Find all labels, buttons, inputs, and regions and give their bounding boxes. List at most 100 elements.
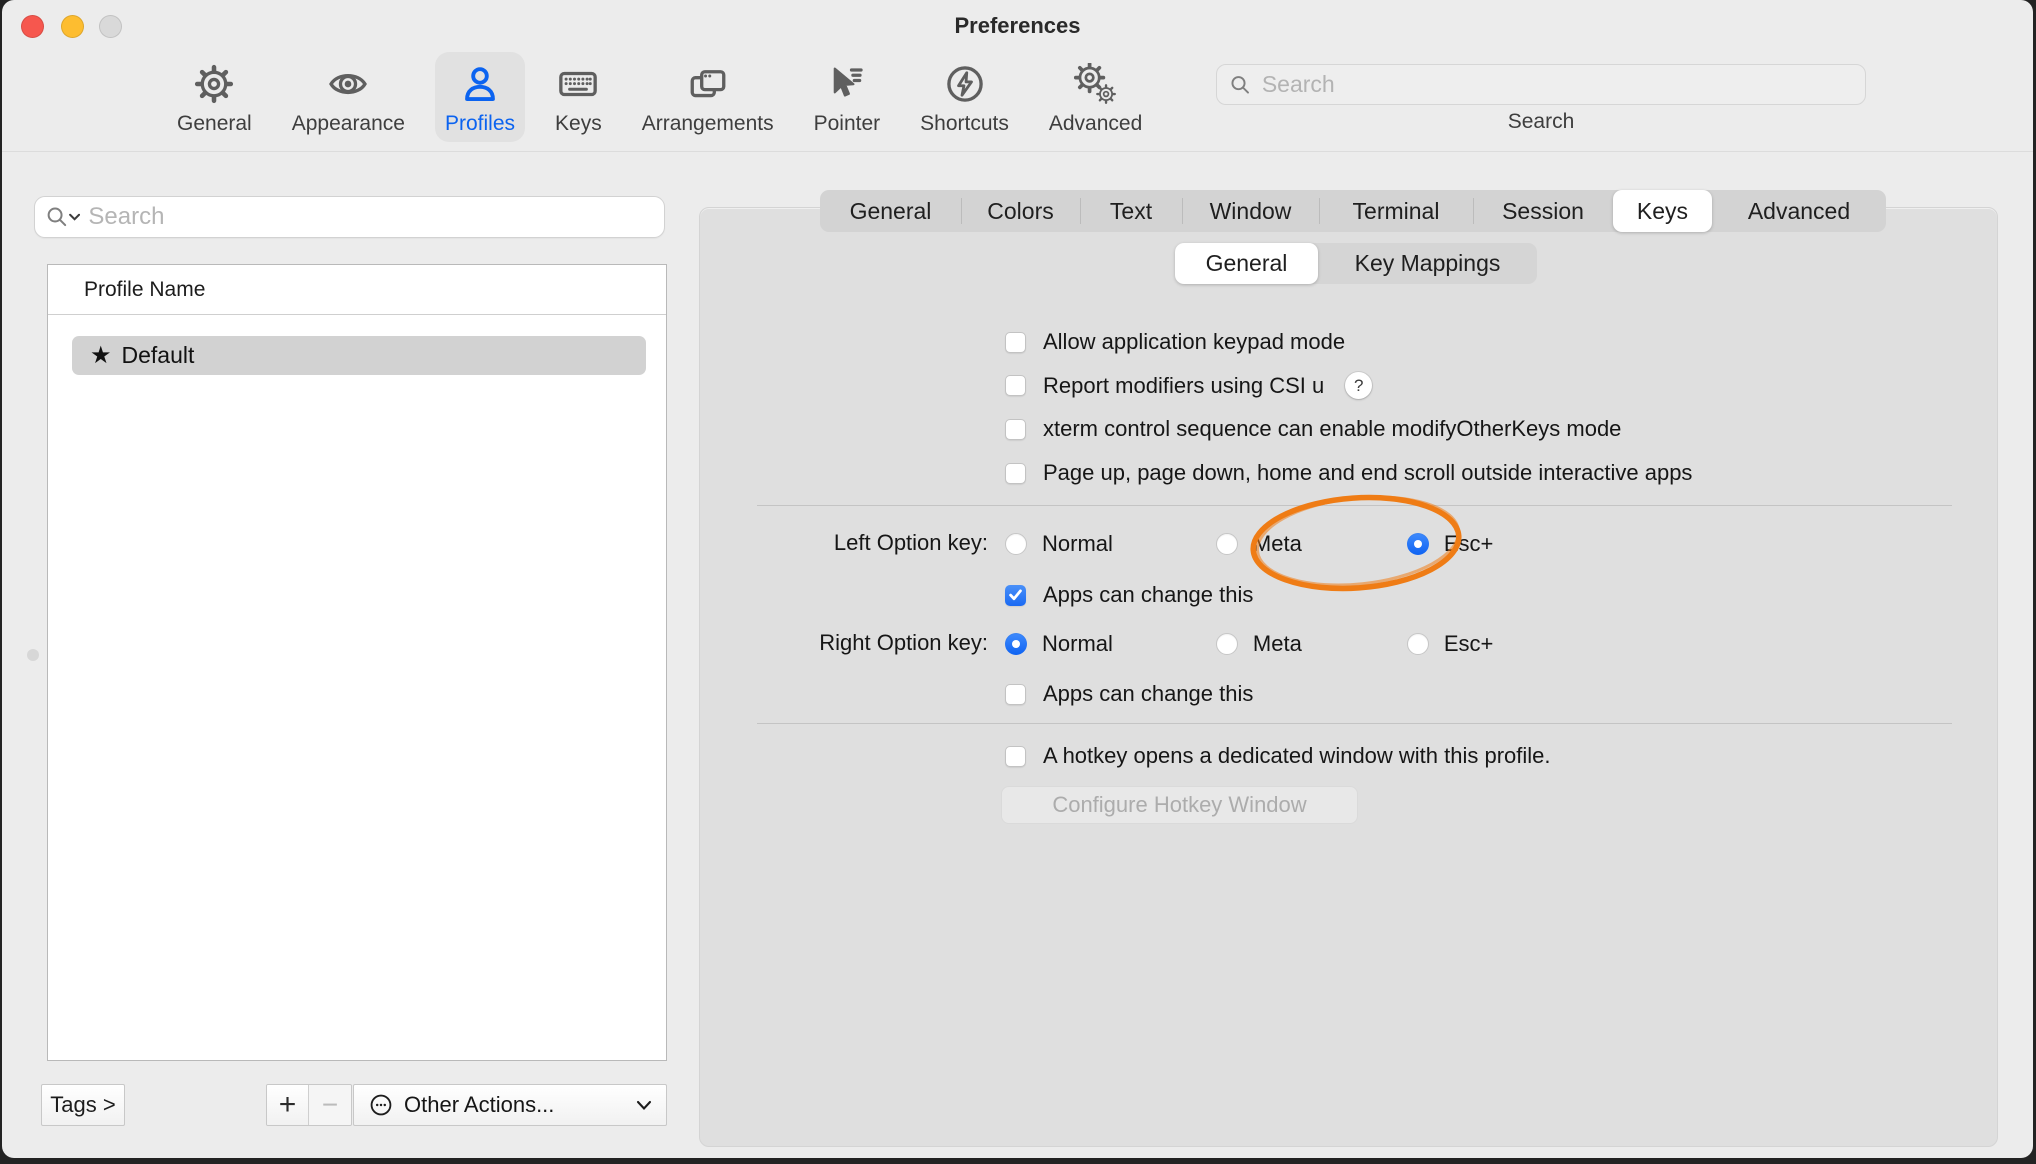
toolbar-item-label: Pointer [814, 112, 881, 136]
other-actions-dropdown[interactable]: Other Actions... [353, 1084, 667, 1126]
profile-search-field[interactable] [34, 196, 665, 238]
cursor-icon [826, 58, 868, 110]
toolbar-item-advanced[interactable]: Advanced [1039, 52, 1152, 142]
profile-search-input[interactable] [86, 202, 654, 232]
checkbox-csi-u[interactable] [1005, 375, 1026, 396]
profile-row-default[interactable]: ★ Default [72, 336, 646, 375]
toolbar-item-label: General [177, 112, 252, 136]
add-remove-group: + − [266, 1084, 352, 1126]
window-title: Preferences [2, 13, 2033, 39]
radio-left-meta[interactable] [1216, 533, 1238, 555]
checkbox-modify-other-keys[interactable] [1005, 419, 1026, 440]
search-icon [45, 204, 69, 230]
toolbar-item-shortcuts[interactable]: Shortcuts [910, 52, 1019, 142]
tab-window[interactable]: Window [1182, 190, 1319, 232]
toolbar-item-pointer[interactable]: Pointer [804, 52, 891, 142]
toolbar-search-input[interactable] [1260, 70, 1853, 99]
checkbox-hotkey-window[interactable] [1005, 746, 1026, 767]
keyboard-icon [555, 58, 601, 110]
tab-general[interactable]: General [820, 190, 961, 232]
eye-icon [325, 58, 371, 110]
radio-label: Meta [1253, 631, 1302, 657]
profile-name: Default [122, 342, 195, 369]
toolbar-item-label: Profiles [445, 112, 515, 136]
configure-hotkey-window-button[interactable]: Configure Hotkey Window [1001, 786, 1358, 824]
checkmark-icon [1008, 588, 1023, 602]
profile-settings-panel [699, 207, 1998, 1147]
toolbar-item-keys[interactable]: Keys [545, 52, 612, 142]
help-button[interactable]: ? [1345, 372, 1372, 399]
windows-icon [685, 58, 731, 110]
radio-right-meta[interactable] [1216, 633, 1238, 655]
checkbox-label: Page up, page down, home and end scroll … [1043, 460, 1692, 486]
tab-session[interactable]: Session [1473, 190, 1613, 232]
radio-label: Normal [1042, 531, 1113, 557]
tab-text[interactable]: Text [1080, 190, 1182, 232]
checkbox-label: Apps can change this [1043, 582, 1253, 608]
chevron-down-icon [636, 1099, 652, 1111]
radio-label: Esc+ [1444, 531, 1494, 557]
checkbox-row: Report modifiers using CSI u ? [1005, 372, 1372, 399]
screenshot-stage: Preferences General Appearance [0, 0, 2036, 1164]
checkbox-page-scroll[interactable] [1005, 463, 1026, 484]
tab-terminal[interactable]: Terminal [1319, 190, 1473, 232]
subtab-general[interactable]: General [1175, 243, 1318, 284]
tab-colors[interactable]: Colors [961, 190, 1080, 232]
person-icon [459, 58, 501, 110]
left-option-key-label: Left Option key: [702, 530, 988, 556]
chevron-down-icon [69, 213, 80, 221]
hotkey-row: A hotkey opens a dedicated window with t… [1005, 743, 1551, 769]
toolbar-item-label: Keys [555, 112, 602, 136]
toolbar-divider [2, 151, 2033, 152]
radio-right-esc[interactable] [1407, 633, 1429, 655]
section-divider [757, 505, 1952, 506]
subtab-key-mappings[interactable]: Key Mappings [1318, 243, 1537, 284]
checkbox-label: A hotkey opens a dedicated window with t… [1043, 743, 1551, 769]
checkbox-label: Apps can change this [1043, 681, 1253, 707]
radio-right-normal[interactable] [1005, 633, 1027, 655]
profile-tabs: General Colors Text Window Terminal Sess… [820, 190, 1886, 232]
checkbox-row: Page up, page down, home and end scroll … [1005, 460, 1692, 486]
toolbar: General Appearance Profiles [167, 52, 1152, 148]
add-profile-button[interactable]: + [267, 1085, 309, 1125]
checkbox-row: Allow application keypad mode [1005, 329, 1345, 355]
checkbox-allow-keypad[interactable] [1005, 332, 1026, 353]
checkbox-label: Allow application keypad mode [1043, 329, 1345, 355]
toolbar-item-label: Advanced [1049, 112, 1142, 136]
apps-change-row: Apps can change this [1005, 582, 1253, 608]
toolbar-item-profiles[interactable]: Profiles [435, 52, 525, 142]
radio-left-normal[interactable] [1005, 533, 1027, 555]
checkbox-label: Report modifiers using CSI u [1043, 373, 1324, 399]
left-option-radios: Normal Meta Esc+ [1005, 531, 1493, 557]
checkbox-right-apps-can-change[interactable] [1005, 684, 1026, 705]
checkbox-left-apps-can-change[interactable] [1005, 585, 1026, 606]
toolbar-item-label: Appearance [292, 112, 405, 136]
toolbar-item-general[interactable]: General [167, 52, 262, 142]
toolbar-item-label: Arrangements [642, 112, 774, 136]
profile-list-header: Profile Name [48, 265, 666, 315]
radio-left-esc[interactable] [1407, 533, 1429, 555]
star-icon: ★ [90, 344, 112, 368]
tags-button[interactable]: Tags > [41, 1084, 125, 1126]
checkbox-row: xterm control sequence can enable modify… [1005, 416, 1621, 442]
keys-subtabs: General Key Mappings [1175, 243, 1537, 284]
right-option-key-label: Right Option key: [702, 630, 988, 656]
tab-keys[interactable]: Keys [1613, 190, 1712, 232]
toolbar-item-label: Shortcuts [920, 112, 1009, 136]
ellipsis-circle-icon [368, 1092, 394, 1118]
radio-label: Normal [1042, 631, 1113, 657]
search-icon [1229, 73, 1252, 97]
toolbar-item-arrangements[interactable]: Arrangements [632, 52, 784, 142]
toolbar-search-label: Search [1216, 110, 1866, 134]
radio-label: Meta [1253, 531, 1302, 557]
radio-label: Esc+ [1444, 631, 1494, 657]
remove-profile-button[interactable]: − [309, 1085, 351, 1125]
apps-change-row: Apps can change this [1005, 681, 1253, 707]
toolbar-item-appearance[interactable]: Appearance [282, 52, 415, 142]
gears-icon [1073, 58, 1119, 110]
tab-advanced[interactable]: Advanced [1712, 190, 1886, 232]
profile-list: Profile Name ★ Default [47, 264, 667, 1061]
checkbox-label: xterm control sequence can enable modify… [1043, 416, 1621, 442]
bolt-circle-icon [944, 58, 986, 110]
toolbar-search-field[interactable] [1216, 64, 1866, 105]
